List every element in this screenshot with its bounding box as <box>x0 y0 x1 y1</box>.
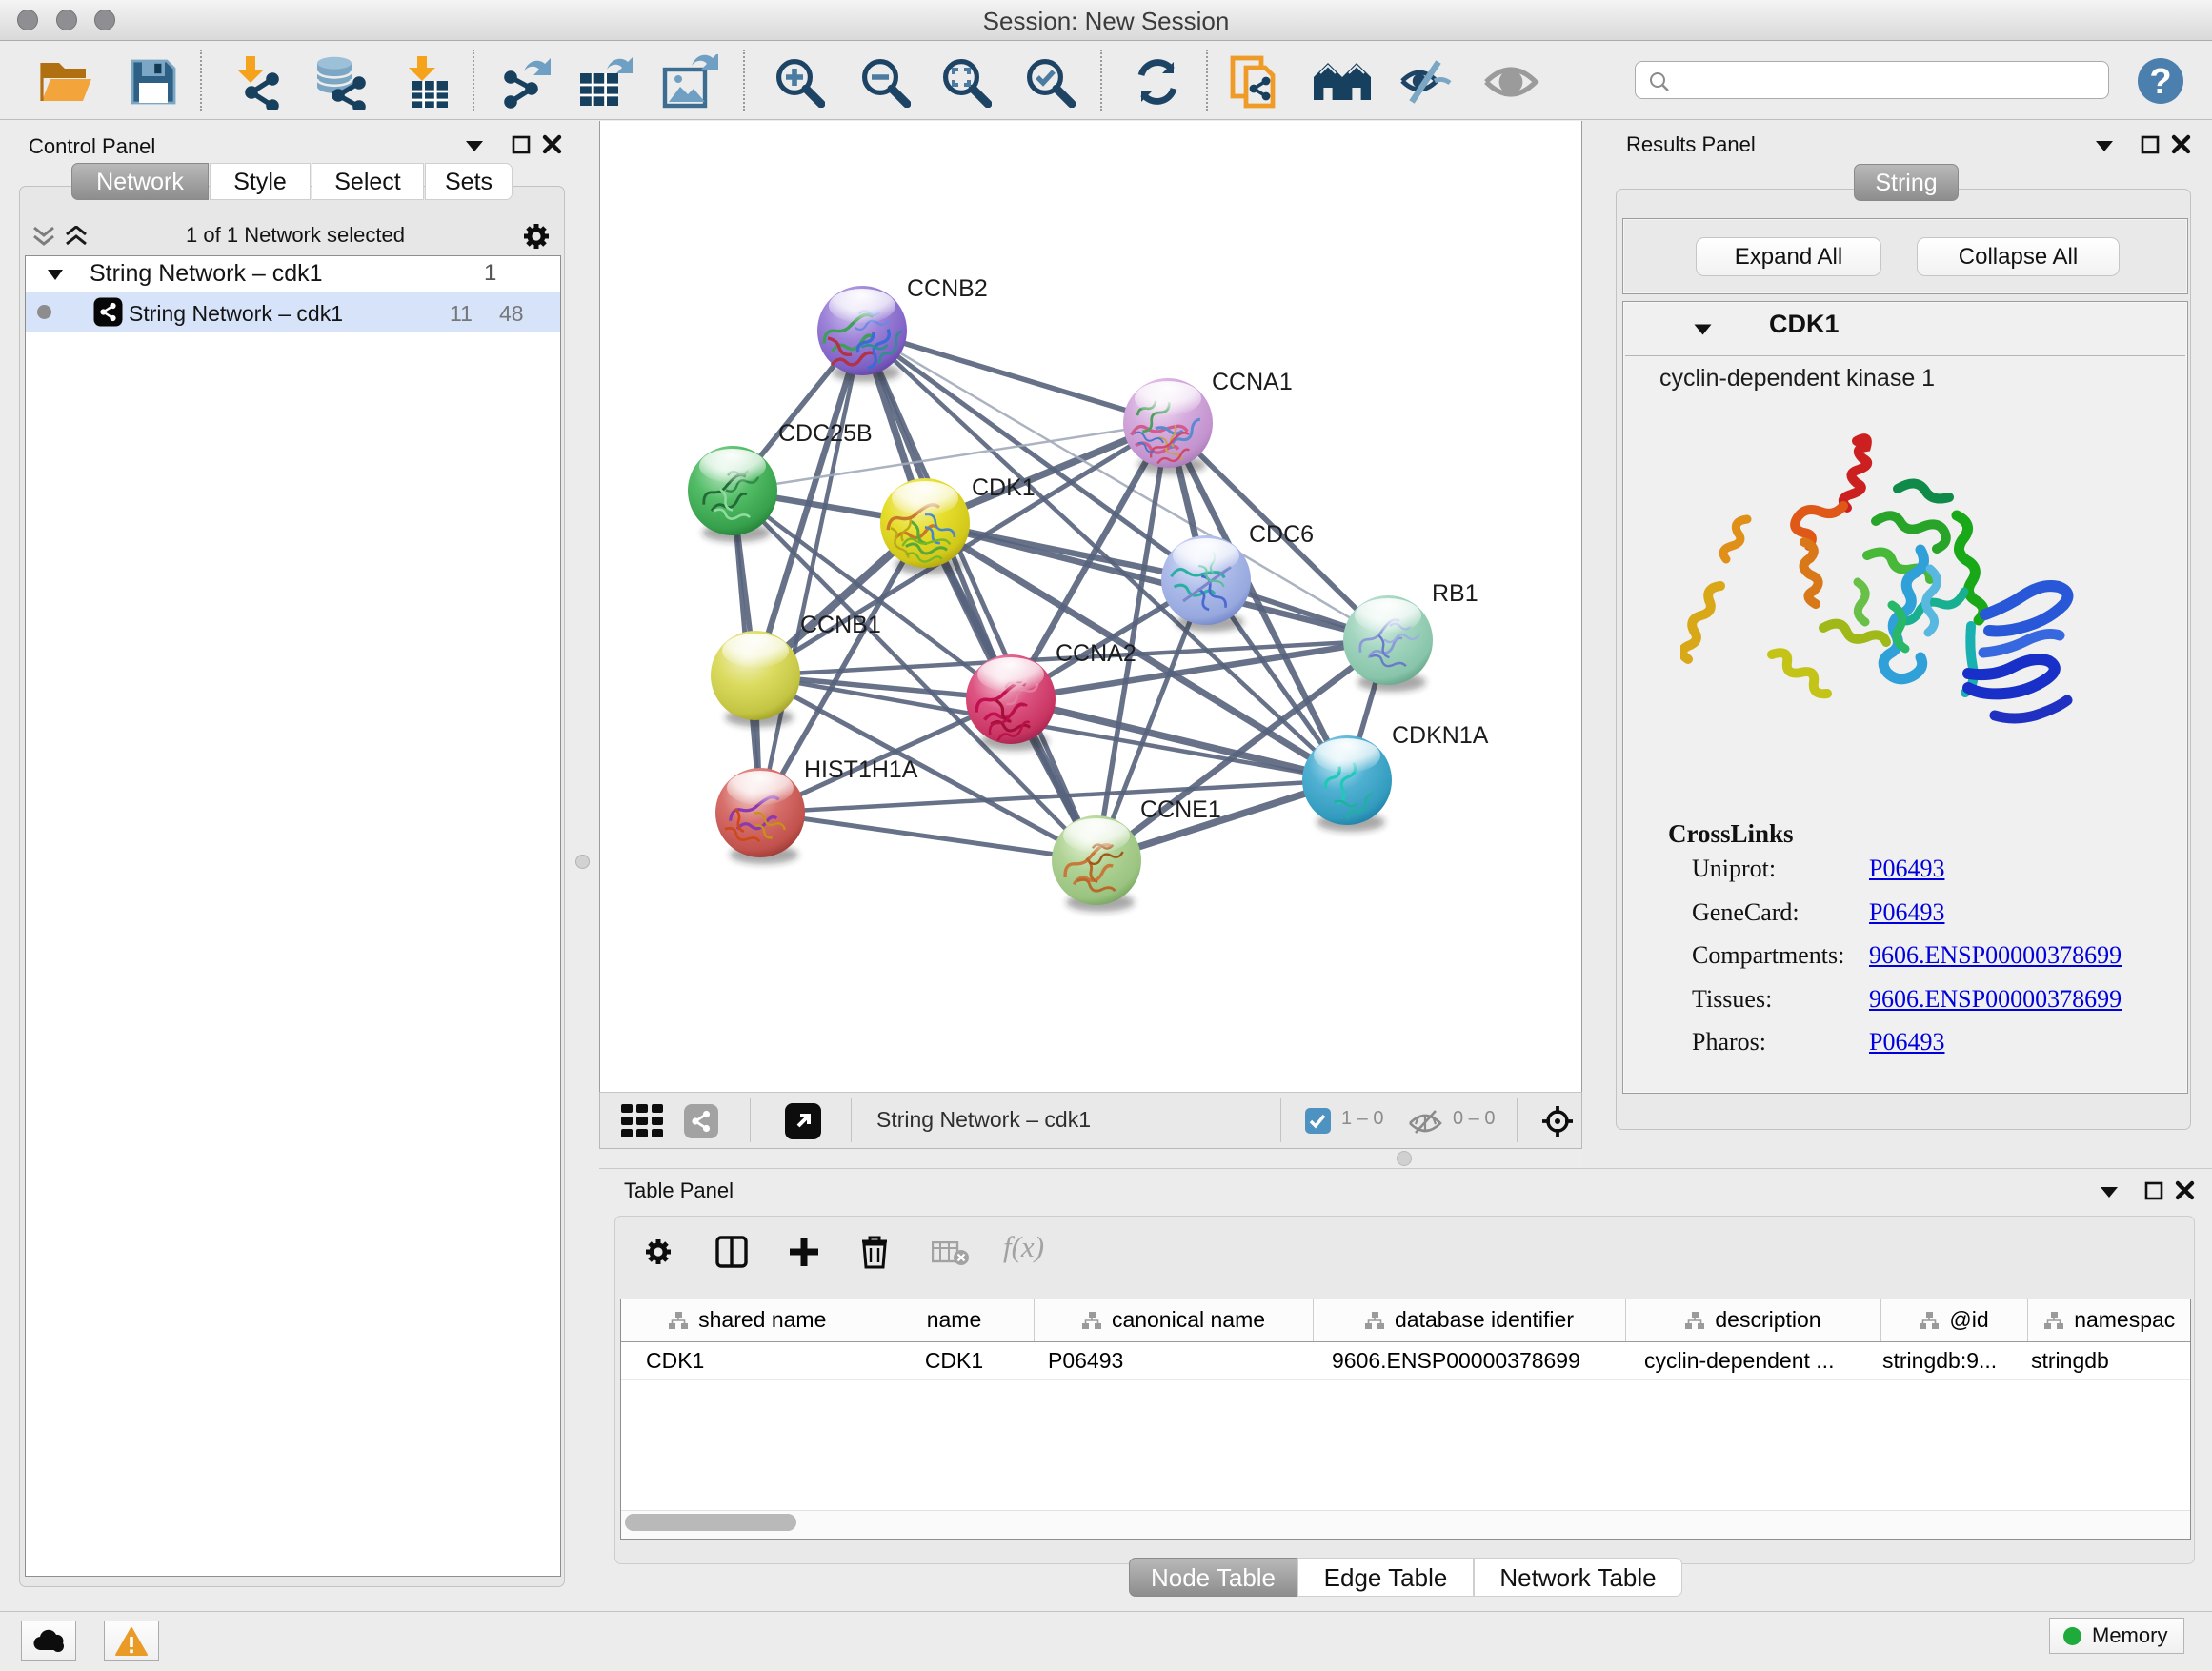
svg-text:HIST1H1A: HIST1H1A <box>804 756 918 783</box>
svg-text:CCNE1: CCNE1 <box>1140 796 1221 823</box>
svg-text:CDC25B: CDC25B <box>778 420 873 447</box>
svg-text:CDKN1A: CDKN1A <box>1392 722 1489 749</box>
svg-text:CCNA1: CCNA1 <box>1212 369 1293 395</box>
svg-text:CDC6: CDC6 <box>1249 521 1314 548</box>
svg-text:CCNB1: CCNB1 <box>800 612 881 638</box>
svg-text:RB1: RB1 <box>1432 580 1478 607</box>
svg-text:CDK1: CDK1 <box>972 474 1036 501</box>
svg-text:CCNA2: CCNA2 <box>1056 640 1136 667</box>
svg-text:?: ? <box>2149 62 2171 102</box>
svg-text:CCNB2: CCNB2 <box>907 275 988 302</box>
